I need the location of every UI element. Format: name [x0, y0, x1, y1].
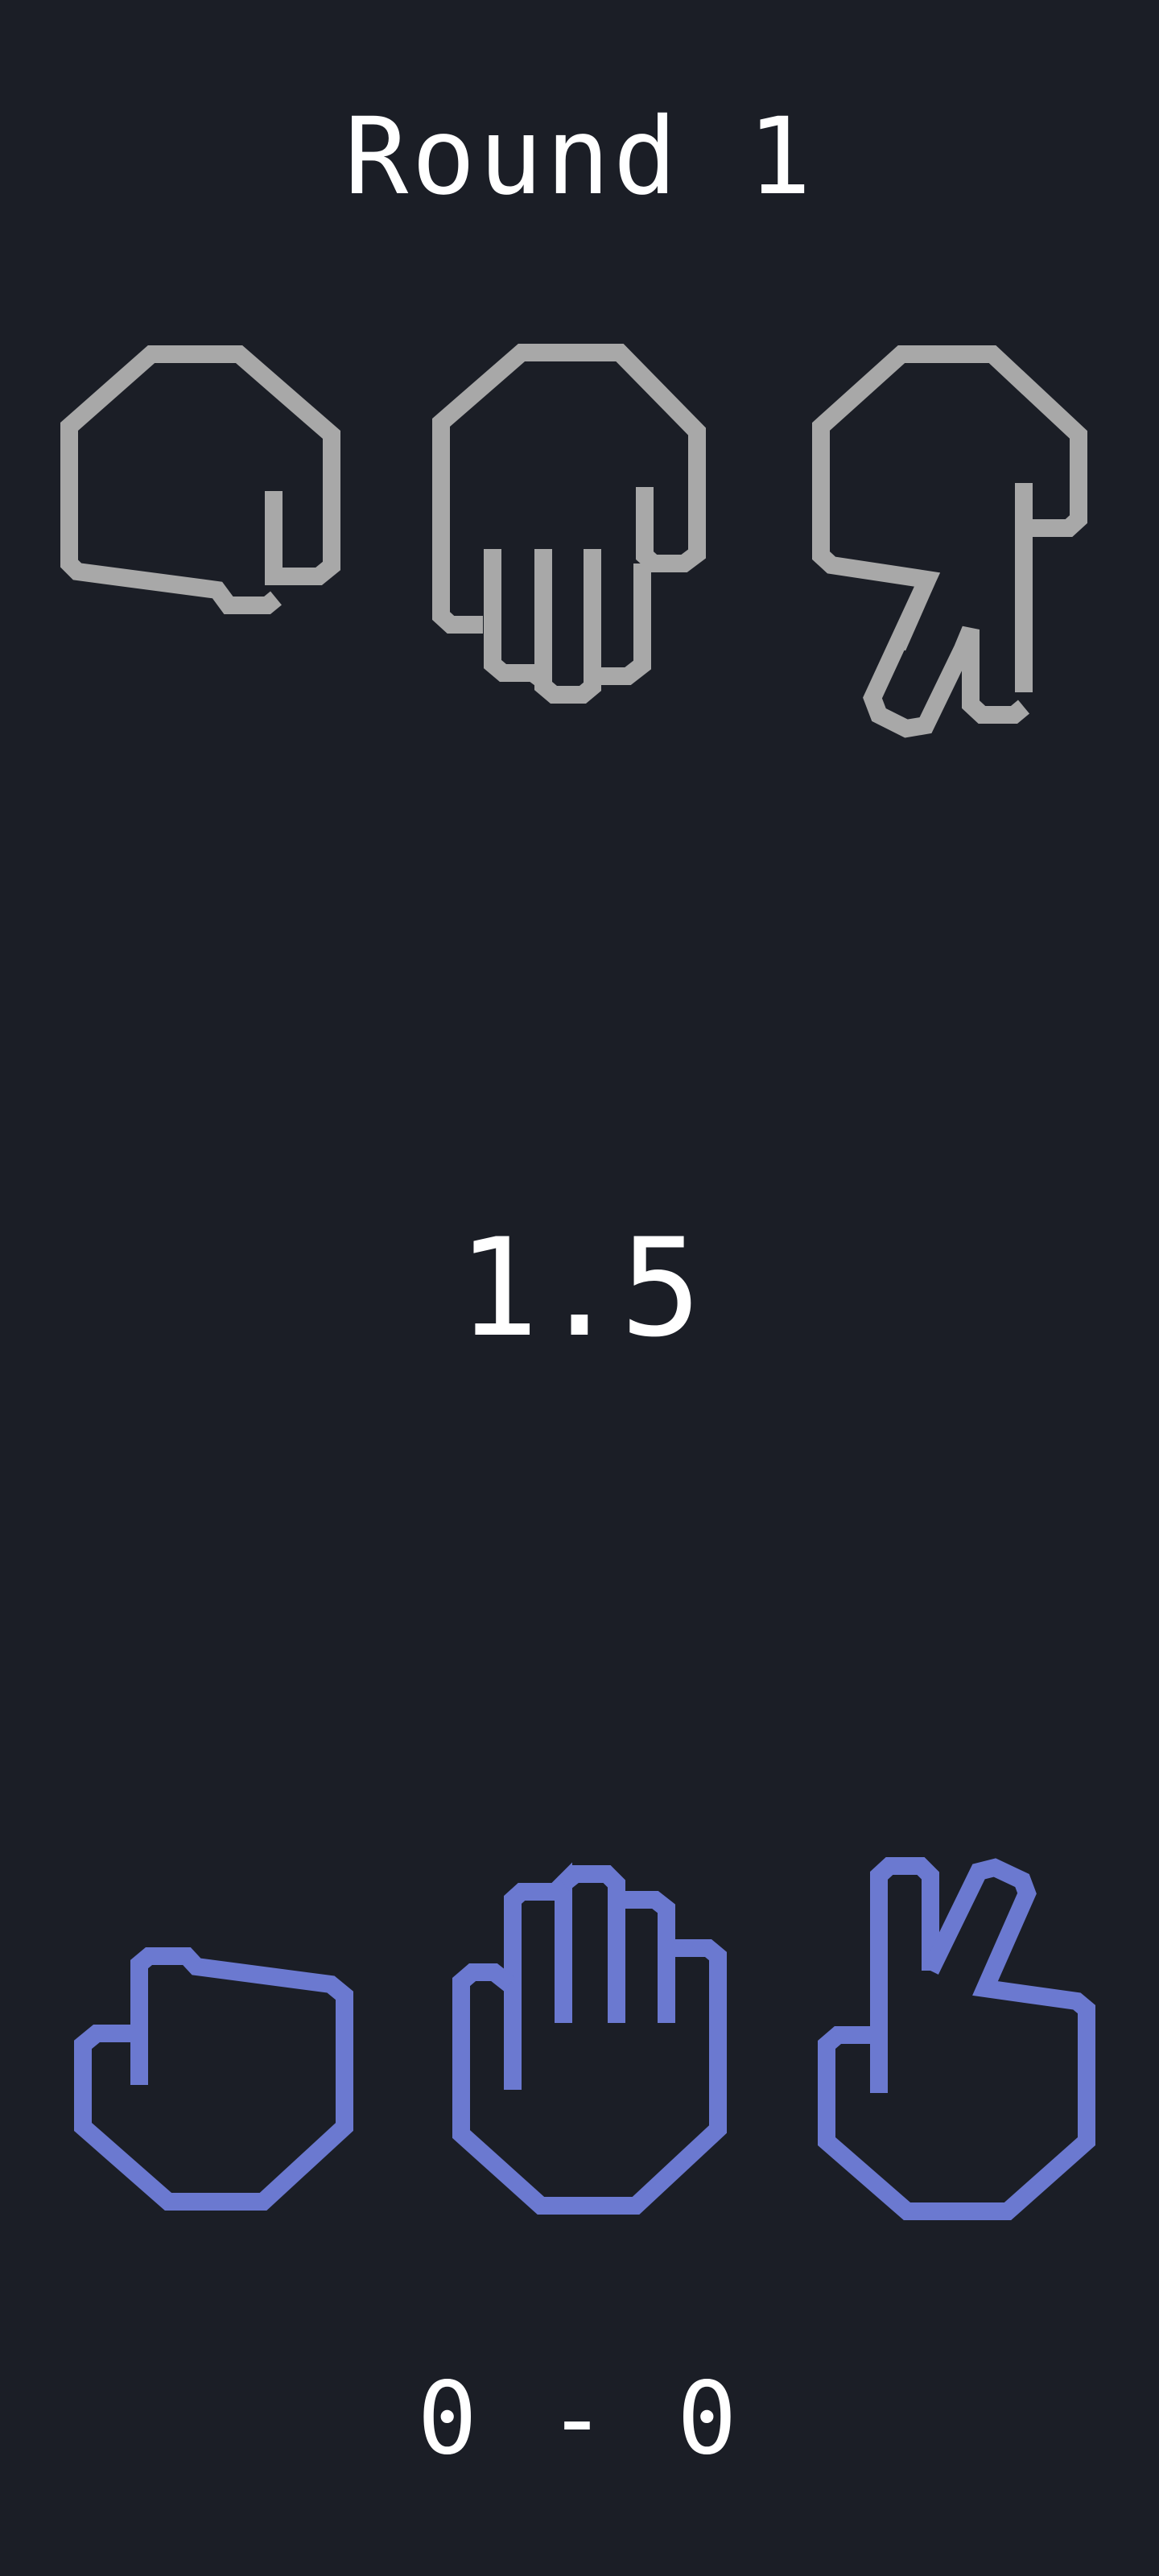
opponent-paper-hand-icon — [432, 344, 706, 704]
opponent-scissors-hand-icon — [812, 345, 1087, 738]
round-title: Round 1 — [344, 95, 815, 219]
round-timer: 1.5 — [457, 1209, 702, 1367]
player-scissors-button[interactable] — [813, 1847, 1103, 2222]
score: 0 - 0 — [417, 2361, 742, 2477]
player-hands — [0, 1827, 1159, 2238]
opponent-hands — [0, 338, 1159, 741]
player-rock-button[interactable] — [72, 1932, 362, 2214]
player-paper-button[interactable] — [443, 1843, 732, 2222]
opponent-rock-hand-icon — [60, 345, 340, 614]
